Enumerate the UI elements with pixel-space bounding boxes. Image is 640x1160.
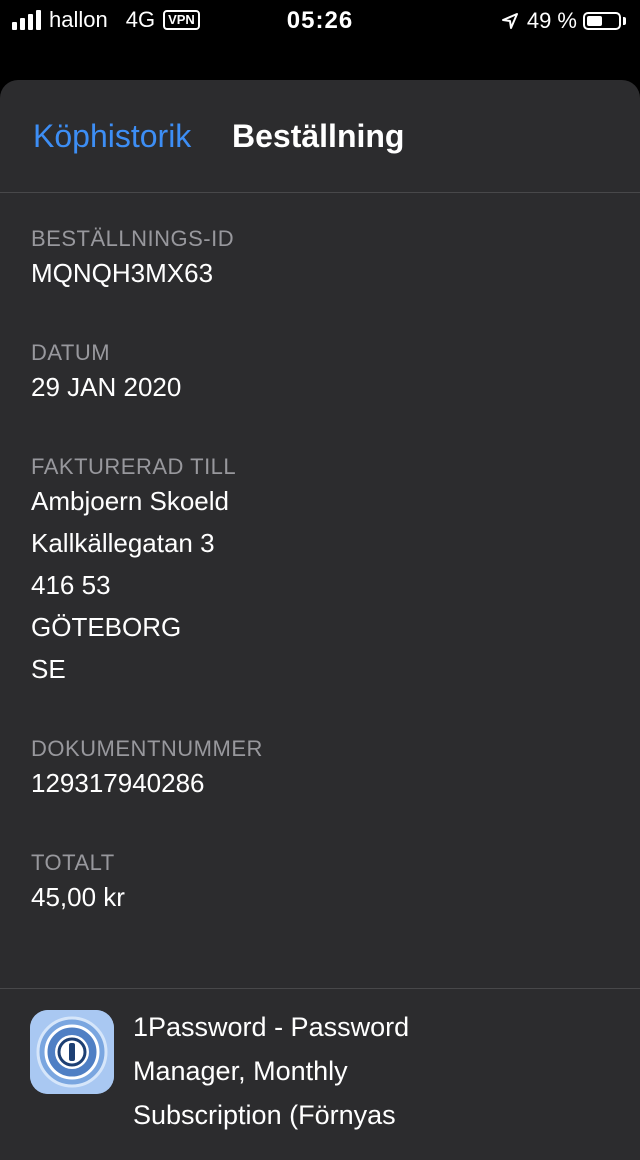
document-number-value: 129317940286 xyxy=(31,768,205,798)
item-name: 1Password - Password Manager, Monthly Su… xyxy=(133,1005,433,1137)
billed-to-postcode: 416 53 xyxy=(31,570,111,600)
billed-to-street: Kallkällegatan 3 xyxy=(31,528,215,558)
page-title: Beställning xyxy=(232,118,405,154)
total-value: 45,00 kr xyxy=(31,882,125,912)
item-name-line-2: Manager, Monthly xyxy=(133,1056,348,1086)
date-label: DATUM xyxy=(31,340,111,365)
order-id-field: BESTÄLLNINGS-ID MQNQH3MX63 xyxy=(31,226,234,294)
status-right: 49 % xyxy=(501,8,626,34)
battery-icon xyxy=(583,12,621,30)
total-label: TOTALT xyxy=(31,850,115,875)
nav-bar: Köphistorik Beställning xyxy=(0,80,640,193)
billed-to-label: FAKTURERAD TILL xyxy=(31,454,237,479)
billed-to-field: FAKTURERAD TILL Ambjoern Skoeld Kallkäll… xyxy=(31,454,236,690)
order-sheet: Köphistorik Beställning BESTÄLLNINGS-ID … xyxy=(0,80,640,1160)
battery-fill xyxy=(587,16,602,26)
battery-percent: 49 % xyxy=(526,8,577,33)
item-name-line-1: 1Password - Password xyxy=(133,1012,410,1042)
date-field: DATUM 29 JAN 2020 xyxy=(31,340,181,408)
back-button[interactable]: Köphistorik xyxy=(33,118,191,155)
date-value: 29 JAN 2020 xyxy=(31,372,182,402)
billed-to-name: Ambjoern Skoeld xyxy=(31,486,229,516)
1password-app-icon xyxy=(30,1010,114,1094)
total-field: TOTALT 45,00 kr xyxy=(31,850,125,918)
location-arrow-icon xyxy=(501,13,518,29)
document-number-field: DOKUMENTNUMMER 129317940286 xyxy=(31,736,263,804)
billed-to-country: SE xyxy=(31,654,66,684)
order-id-label: BESTÄLLNINGS-ID xyxy=(31,226,235,251)
document-number-label: DOKUMENTNUMMER xyxy=(31,736,263,761)
section-divider xyxy=(0,988,640,989)
billed-to-city: GÖTEBORG xyxy=(31,612,182,642)
order-id-value: MQNQH3MX63 xyxy=(31,258,214,288)
battery-cap xyxy=(623,17,626,25)
item-name-line-3: Subscription (Förnyas xyxy=(133,1100,396,1130)
status-bar: hallon 4G VPN 05:26 49 % xyxy=(0,0,640,42)
